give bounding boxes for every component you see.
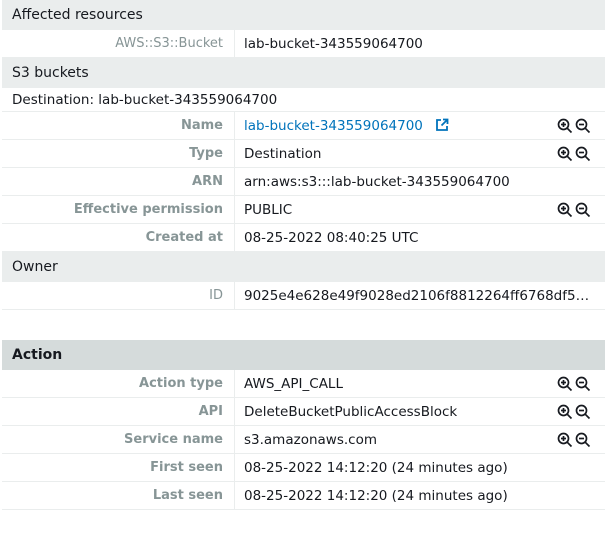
created-at-value: 08-25-2022 08:40:25 UTC (244, 230, 419, 246)
zoom-controls (557, 404, 591, 420)
owner-header: Owner (2, 252, 605, 282)
column-divider (234, 282, 235, 309)
last-seen-row: Last seen 08-25-2022 14:12:20 (24 minute… (2, 482, 605, 510)
zoom-out-icon[interactable] (575, 404, 591, 420)
zoom-out-icon[interactable] (575, 376, 591, 392)
column-divider (234, 426, 235, 453)
zoom-out-icon[interactable] (575, 118, 591, 134)
zoom-in-icon[interactable] (557, 432, 573, 448)
column-divider (234, 482, 235, 509)
zoom-controls (557, 432, 591, 448)
zoom-out-icon[interactable] (575, 202, 591, 218)
api-value: DeleteBucketPublicAccessBlock (244, 404, 458, 420)
created-at-row: Created at 08-25-2022 08:40:25 UTC (2, 224, 605, 252)
column-divider (234, 196, 235, 223)
type-label: Type (189, 146, 223, 161)
arn-label: ARN (192, 174, 223, 189)
action-type-label: Action type (139, 376, 223, 391)
destination-line: Destination: lab-bucket-343559064700 (2, 88, 605, 112)
effective-permission-label: Effective permission (73, 202, 223, 217)
affected-resource-row: AWS::S3::Bucket lab-bucket-343559064700 (2, 30, 605, 58)
last-seen-value: 08-25-2022 14:12:20 (24 minutes ago) (244, 488, 508, 504)
column-divider (234, 224, 235, 251)
service-name-label: Service name (124, 432, 223, 447)
first-seen-row: First seen 08-25-2022 14:12:20 (24 minut… (2, 454, 605, 482)
type-value: Destination (244, 146, 322, 162)
zoom-controls (557, 146, 591, 162)
zoom-out-icon[interactable] (575, 432, 591, 448)
zoom-in-icon[interactable] (557, 376, 573, 392)
bucket-name-label: Name (180, 118, 223, 133)
action-type-row: Action type AWS_API_CALL (2, 370, 605, 398)
first-seen-label: First seen (150, 460, 223, 475)
owner-id-label: ID (209, 288, 223, 303)
zoom-in-icon[interactable] (557, 202, 573, 218)
service-name-value: s3.amazonaws.com (244, 432, 377, 448)
column-divider (234, 168, 235, 195)
service-name-row: Service name s3.amazonaws.com (2, 426, 605, 454)
s3-buckets-header: S3 buckets (2, 58, 605, 88)
zoom-controls (557, 118, 591, 134)
bucket-name-row: Name lab-bucket-343559064700 (2, 112, 605, 140)
api-label: API (198, 404, 223, 419)
owner-id-value: 9025e4e628e49f9028ed2106f8812264ff6768df… (244, 288, 592, 304)
bucket-name-link-text[interactable]: lab-bucket-343559064700 (244, 118, 423, 134)
zoom-in-icon[interactable] (557, 146, 573, 162)
zoom-controls (557, 376, 591, 392)
action-header: Action (2, 340, 605, 370)
zoom-in-icon[interactable] (557, 118, 573, 134)
bucket-arn-row: ARN arn:aws:s3:::lab-bucket-343559064700 (2, 168, 605, 196)
column-divider (234, 140, 235, 167)
zoom-in-icon[interactable] (557, 404, 573, 420)
external-link-icon[interactable] (435, 114, 449, 142)
owner-id-row: ID 9025e4e628e49f9028ed2106f8812264ff676… (2, 282, 605, 310)
bucket-name-link[interactable]: lab-bucket-343559064700 (244, 112, 449, 142)
zoom-out-icon[interactable] (575, 146, 591, 162)
zoom-controls (557, 202, 591, 218)
resource-value: lab-bucket-343559064700 (244, 36, 423, 52)
column-divider (234, 370, 235, 397)
column-divider (234, 30, 235, 57)
affected-resources-header: Affected resources (2, 0, 605, 30)
last-seen-label: Last seen (152, 488, 223, 503)
effective-permission-row: Effective permission PUBLIC (2, 196, 605, 224)
created-at-label: Created at (145, 230, 223, 245)
column-divider (234, 398, 235, 425)
arn-value: arn:aws:s3:::lab-bucket-343559064700 (244, 174, 510, 190)
first-seen-value: 08-25-2022 14:12:20 (24 minutes ago) (244, 460, 508, 476)
resource-type-label: AWS::S3::Bucket (115, 36, 223, 51)
finding-details-panel: Affected resources AWS::S3::Bucket lab-b… (2, 0, 605, 510)
effective-permission-value: PUBLIC (244, 202, 293, 218)
api-row: API DeleteBucketPublicAccessBlock (2, 398, 605, 426)
bucket-type-row: Type Destination (2, 140, 605, 168)
column-divider (234, 454, 235, 481)
action-type-value: AWS_API_CALL (244, 376, 343, 392)
column-divider (234, 112, 235, 139)
